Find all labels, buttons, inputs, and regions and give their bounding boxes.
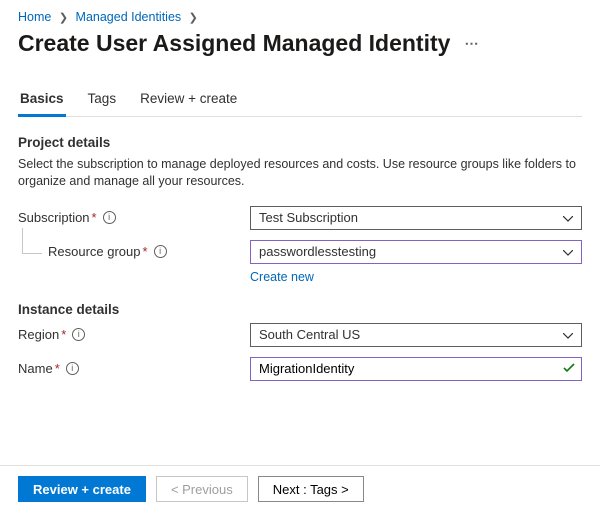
name-input[interactable]	[259, 361, 563, 376]
indent-line-icon	[22, 228, 42, 254]
region-label: Region	[18, 327, 59, 342]
page-title: Create User Assigned Managed Identity ⋯	[18, 30, 582, 57]
region-dropdown[interactable]: South Central US	[250, 323, 582, 347]
required-marker: *	[61, 327, 66, 342]
more-actions-icon[interactable]: ⋯	[464, 35, 479, 52]
section-description-project: Select the subscription to manage deploy…	[18, 156, 578, 190]
create-new-resource-group-link[interactable]: Create new	[250, 270, 582, 284]
name-input-wrapper	[250, 357, 582, 381]
info-icon[interactable]: i	[72, 328, 85, 341]
chevron-right-icon: ❯	[189, 12, 198, 24]
breadcrumb: Home ❯ Managed Identities ❯	[18, 10, 582, 24]
subscription-value: Test Subscription	[259, 210, 358, 225]
field-resource-group: Resource group * i passwordlesstesting	[18, 240, 582, 264]
breadcrumb-managed-identities[interactable]: Managed Identities	[76, 10, 182, 24]
region-value: South Central US	[259, 327, 360, 342]
name-label: Name	[18, 361, 53, 376]
chevron-right-icon: ❯	[59, 12, 68, 24]
page-title-text: Create User Assigned Managed Identity	[18, 30, 450, 57]
required-marker: *	[92, 210, 97, 225]
section-heading-project: Project details	[18, 135, 582, 150]
breadcrumb-home[interactable]: Home	[18, 10, 51, 24]
field-region: Region * i South Central US	[18, 323, 582, 347]
tabs: Basics Tags Review + create	[18, 85, 582, 117]
section-heading-instance: Instance details	[18, 302, 582, 317]
resource-group-dropdown[interactable]: passwordlesstesting	[250, 240, 582, 264]
info-icon[interactable]: i	[154, 245, 167, 258]
resource-group-value: passwordlesstesting	[259, 244, 376, 259]
checkmark-icon	[563, 361, 575, 376]
chevron-down-icon	[563, 327, 573, 342]
footer-command-bar: Review + create < Previous Next : Tags >	[0, 465, 600, 516]
previous-button: < Previous	[156, 476, 248, 502]
field-subscription: Subscription * i Test Subscription	[18, 206, 582, 230]
required-marker: *	[143, 244, 148, 259]
review-create-button[interactable]: Review + create	[18, 476, 146, 502]
tab-basics[interactable]: Basics	[18, 85, 66, 117]
subscription-label: Subscription	[18, 210, 90, 225]
info-icon[interactable]: i	[103, 211, 116, 224]
subscription-dropdown[interactable]: Test Subscription	[250, 206, 582, 230]
resource-group-label: Resource group	[48, 244, 141, 259]
next-button[interactable]: Next : Tags >	[258, 476, 364, 502]
tab-review-create[interactable]: Review + create	[138, 85, 239, 117]
info-icon[interactable]: i	[66, 362, 79, 375]
required-marker: *	[55, 361, 60, 376]
chevron-down-icon	[563, 210, 573, 225]
field-name: Name * i	[18, 357, 582, 381]
chevron-down-icon	[563, 244, 573, 259]
tab-tags[interactable]: Tags	[86, 85, 119, 117]
